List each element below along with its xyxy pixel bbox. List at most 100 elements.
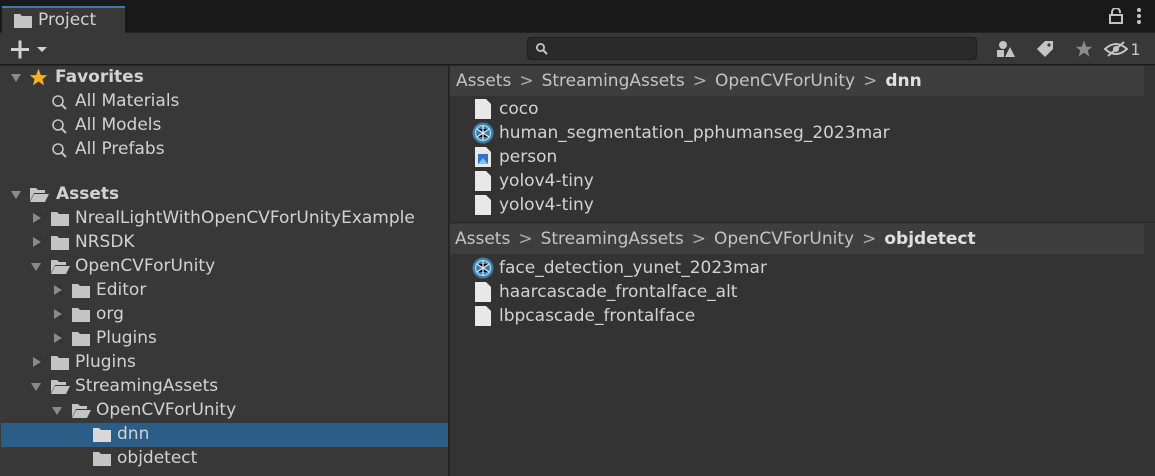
folder-icon (72, 332, 90, 346)
tree-item[interactable]: objdetect (1, 447, 448, 471)
toggle-hidden-packages-button[interactable]: 1 (1103, 37, 1142, 61)
tree-item[interactable]: Editor (1, 279, 448, 303)
folder-icon (93, 428, 111, 442)
file-item[interactable]: face_detection_yunet_2023mar (472, 256, 767, 280)
expand-arrow-icon[interactable] (11, 74, 21, 82)
chevron-right-icon: > (692, 71, 707, 91)
search-by-type-button[interactable] (986, 37, 1025, 61)
folder-icon (14, 14, 32, 28)
chevron-right-icon: > (518, 229, 533, 249)
chevron-right-icon: > (691, 229, 706, 249)
collapsed-arrow-icon[interactable] (33, 237, 41, 247)
star-icon (1075, 40, 1092, 57)
breadcrumb-item[interactable]: Assets (456, 71, 511, 91)
collapsed-arrow-icon[interactable] (33, 213, 41, 223)
lock-icon[interactable] (1109, 8, 1123, 24)
file-name: yolov4-tiny (499, 195, 594, 215)
file-item[interactable]: person (472, 145, 557, 169)
tree-assets[interactable]: Assets (1, 183, 448, 207)
save-search-button[interactable] (1064, 37, 1103, 61)
file-item[interactable]: yolov4-tiny (472, 169, 594, 193)
file-name: face_detection_yunet_2023mar (499, 258, 767, 278)
collapsed-arrow-icon[interactable] (33, 357, 41, 367)
chevron-right-icon: > (519, 71, 534, 91)
file-item[interactable]: lbpcascade_frontalface (472, 304, 695, 328)
tree-item[interactable]: Plugins (1, 327, 448, 351)
breadcrumb-item[interactable]: StreamingAssets (542, 71, 685, 91)
file-item[interactable]: yolov4-tiny (472, 193, 594, 217)
expand-arrow-icon[interactable] (31, 383, 41, 391)
tree-item[interactable]: StreamingAssets (1, 375, 448, 399)
search-icon (52, 119, 67, 134)
more-options-icon[interactable] (1137, 8, 1141, 24)
tree-item[interactable]: NrealLightWithOpenCVForUnityExample (1, 207, 448, 231)
tree-label: StreamingAssets (75, 376, 219, 396)
tree-favorite-item[interactable]: All Models (1, 114, 448, 138)
breadcrumb-item[interactable]: OpenCVForUnity (715, 71, 855, 91)
tab-project[interactable]: Project (2, 6, 125, 33)
image-file-icon (475, 147, 491, 167)
folder-icon (72, 308, 90, 322)
plus-icon (11, 40, 47, 59)
eye-slash-icon (1104, 41, 1129, 57)
section-divider (450, 222, 1155, 223)
open-folder-icon (30, 188, 49, 202)
expand-arrow-icon[interactable] (31, 263, 41, 271)
tree-label: Favorites (55, 67, 144, 87)
tree-item[interactable]: OpenCVForUnity (1, 255, 448, 279)
tree-item[interactable]: Plugins (1, 351, 448, 375)
tree-item[interactable]: NRSDK (1, 231, 448, 255)
collapsed-arrow-icon[interactable] (54, 309, 62, 319)
text-file-icon (475, 282, 491, 302)
tree-label: OpenCVForUnity (75, 256, 216, 276)
tree-label: All Materials (75, 91, 180, 111)
breadcrumb-item[interactable]: Assets (455, 229, 510, 249)
tree-label: Plugins (75, 352, 136, 372)
folder-icon (93, 452, 111, 466)
chevron-right-icon: > (862, 229, 877, 249)
breadcrumb-item[interactable]: StreamingAssets (541, 229, 684, 249)
search-field[interactable] (527, 37, 977, 60)
file-name: human_segmentation_pphumanseg_2023mar (499, 123, 890, 143)
breadcrumb-item[interactable]: OpenCVForUnity (714, 229, 854, 249)
collapsed-arrow-icon[interactable] (54, 333, 62, 343)
tree-label: All Models (75, 115, 162, 135)
tree-favorite-item[interactable]: All Materials (1, 90, 448, 114)
file-name: haarcascade_frontalface_alt (499, 282, 738, 302)
tree-favorite-item[interactable]: All Prefabs (1, 138, 448, 162)
file-item[interactable]: haarcascade_frontalface_alt (472, 280, 737, 304)
create-button[interactable] (8, 38, 52, 60)
breadcrumb-current[interactable]: objdetect (884, 229, 975, 249)
file-list-panel: Assets > StreamingAssets > OpenCVForUnit… (450, 66, 1155, 476)
search-by-label-button[interactable] (1025, 37, 1064, 61)
onnx-model-icon (472, 257, 494, 279)
tree-label: NRSDK (75, 232, 135, 252)
open-folder-icon (72, 404, 91, 418)
expand-arrow-icon[interactable] (11, 191, 21, 199)
open-folder-icon (51, 380, 70, 394)
tree-item-selected[interactable]: dnn (1, 423, 448, 447)
tree-label: Assets (56, 184, 120, 204)
onnx-model-icon (472, 122, 494, 144)
breadcrumb: Assets > StreamingAssets > OpenCVForUnit… (450, 224, 1144, 254)
breadcrumb-current[interactable]: dnn (885, 71, 921, 91)
file-item[interactable]: coco (472, 97, 539, 121)
expand-arrow-icon[interactable] (52, 407, 62, 415)
folder-icon (51, 356, 69, 370)
file-item[interactable]: human_segmentation_pphumanseg_2023mar (472, 121, 890, 145)
tree-item[interactable]: org (1, 303, 448, 327)
tag-icon (1036, 41, 1053, 57)
tree-label: OpenCVForUnity (96, 400, 237, 420)
text-file-icon (475, 195, 491, 215)
toolbar: 1 (0, 33, 1155, 65)
tree-label: All Prefabs (75, 139, 165, 159)
text-file-icon (475, 306, 491, 326)
tree-label: Plugins (96, 328, 157, 348)
tree-favorites[interactable]: Favorites (1, 66, 448, 90)
tree-item[interactable]: OpenCVForUnity (1, 399, 448, 423)
search-icon (52, 143, 67, 158)
collapsed-arrow-icon[interactable] (54, 285, 62, 295)
breadcrumb: Assets > StreamingAssets > OpenCVForUnit… (450, 66, 1144, 96)
star-icon (29, 68, 48, 86)
tree-label: NrealLightWithOpenCVForUnityExample (75, 208, 415, 228)
